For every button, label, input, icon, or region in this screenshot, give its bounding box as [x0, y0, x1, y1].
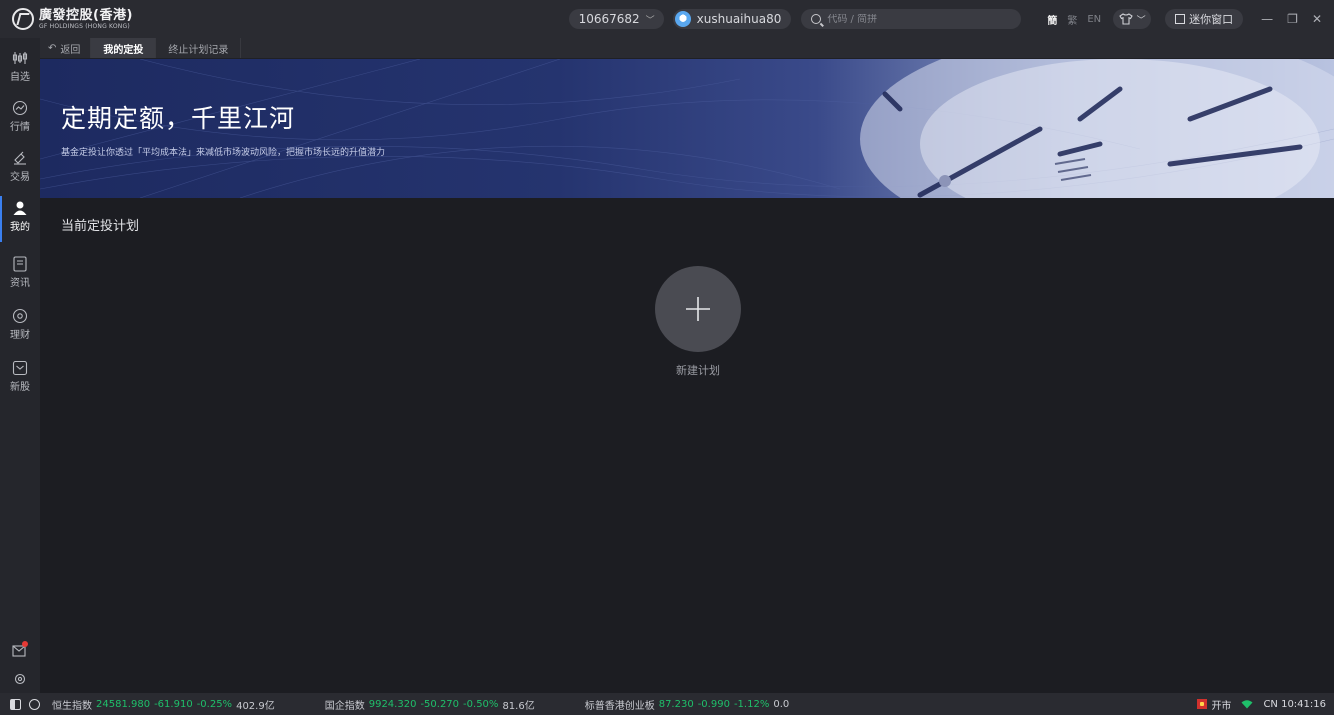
mini-window-button[interactable]: 迷你窗口: [1165, 9, 1244, 29]
sidebar-item-market[interactable]: 行情: [0, 96, 40, 142]
close-icon[interactable]: ✕: [1312, 12, 1322, 26]
mini-window-icon: [1175, 14, 1186, 24]
status-bar: 恒生指数 24581.980 -61.910 -0.25% 402.9亿 国企指…: [0, 693, 1334, 715]
new-plan-label[interactable]: 新建计划: [655, 362, 741, 378]
wifi-icon: [1241, 699, 1253, 709]
index-hscei[interactable]: 国企指数 9924.320 -50.270 -0.50% 81.6亿: [325, 697, 535, 712]
back-button[interactable]: ↶ 返回: [40, 38, 92, 58]
tab-my-plans[interactable]: 我的定投: [91, 38, 157, 58]
search-icon: [811, 14, 822, 24]
banner-subtitle: 基金定投让你透过「平均成本法」来减低市场波动风险，把握市场长远的升值潜力: [61, 148, 386, 158]
trade-icon: [12, 150, 28, 166]
message-icon[interactable]: [12, 641, 28, 657]
banner-title: 定期定额，千里江河: [61, 104, 296, 133]
avatar-icon: [674, 11, 691, 27]
news-icon: [12, 256, 28, 272]
account-selector[interactable]: 10667682 ﹀: [568, 9, 664, 29]
back-arrow-icon: ↶: [48, 42, 57, 54]
sidebar: 自选 行情 交易 我的 资讯 理财 新股: [0, 38, 40, 693]
ipo-icon: [12, 360, 28, 376]
tab-bar: ↶ 返回 我的定投 终止计划记录: [40, 38, 1334, 59]
wealth-icon: [12, 308, 28, 324]
sidebar-item-wealth[interactable]: 理财: [0, 304, 40, 350]
watchlist-icon: [12, 50, 28, 66]
username: xushuaihua80: [696, 12, 782, 26]
sidebar-item-news[interactable]: 资讯: [0, 252, 40, 298]
clock: CN 10:41:16: [1263, 698, 1326, 710]
hk-flag-icon: [1197, 699, 1208, 709]
lang-english[interactable]: EN: [1087, 14, 1101, 25]
search-box[interactable]: [801, 9, 1022, 29]
chevron-down-icon: ﹀: [645, 15, 655, 26]
sidebar-item-mine[interactable]: 我的: [0, 196, 40, 242]
sidebar-item-trade[interactable]: 交易: [0, 146, 40, 192]
logo-text-cn: 廣發控股(香港): [39, 7, 133, 23]
restore-icon[interactable]: ❐: [1287, 12, 1298, 26]
app-window: 廣發控股(香港) GF HOLDINGS (HONG KONG) 1066768…: [0, 0, 1334, 715]
language-switcher: 簡 繁 EN: [1047, 12, 1101, 27]
lang-traditional[interactable]: 繁: [1067, 12, 1077, 27]
user-profile[interactable]: xushuaihua80: [672, 9, 792, 29]
shirt-icon: [1118, 13, 1133, 25]
chevron-down-icon: ﹀: [1136, 15, 1146, 26]
logo-text-en: GF HOLDINGS (HONG KONG): [39, 22, 130, 30]
sidebar-item-ipo[interactable]: 新股: [0, 356, 40, 402]
market-status: 开市: [1197, 697, 1231, 712]
theme-button[interactable]: ﹀: [1113, 9, 1152, 29]
sidebar-item-watchlist[interactable]: 自选: [0, 46, 40, 92]
quote-search-icon[interactable]: [29, 698, 40, 710]
panel-toggle-icon[interactable]: [10, 698, 21, 710]
section-title: 当前定投计划: [61, 219, 140, 234]
logo-icon: [12, 8, 34, 30]
main-content: 当前定投计划 新建计划: [40, 198, 1334, 693]
title-bar: 廣發控股(香港) GF HOLDINGS (HONG KONG) 1066768…: [0, 0, 1334, 38]
settings-icon[interactable]: [13, 671, 27, 685]
minimize-icon[interactable]: —: [1261, 12, 1273, 26]
user-icon: [12, 200, 28, 216]
index-gem[interactable]: 标普香港创业板 87.230 -0.990 -1.12% 0.0: [585, 697, 790, 712]
lang-simplified[interactable]: 簡: [1047, 12, 1057, 27]
hero-banner: 定期定额，千里江河 基金定投让你透过「平均成本法」来减低市场波动风险，把握市场长…: [40, 59, 1334, 198]
index-hsi[interactable]: 恒生指数 24581.980 -61.910 -0.25% 402.9亿: [52, 697, 275, 712]
tab-terminated-records[interactable]: 终止计划记录: [156, 38, 242, 58]
new-plan-button[interactable]: [655, 266, 741, 352]
account-number: 10667682: [578, 12, 640, 26]
window-controls: — ❐ ✕: [1261, 12, 1322, 26]
market-icon: [12, 100, 28, 116]
mini-window-label: 迷你窗口: [1189, 13, 1234, 26]
notification-dot: [22, 641, 28, 647]
brand-logo: 廣發控股(香港) GF HOLDINGS (HONG KONG): [12, 0, 133, 38]
plus-icon: [686, 297, 710, 321]
search-input[interactable]: [827, 13, 1008, 25]
